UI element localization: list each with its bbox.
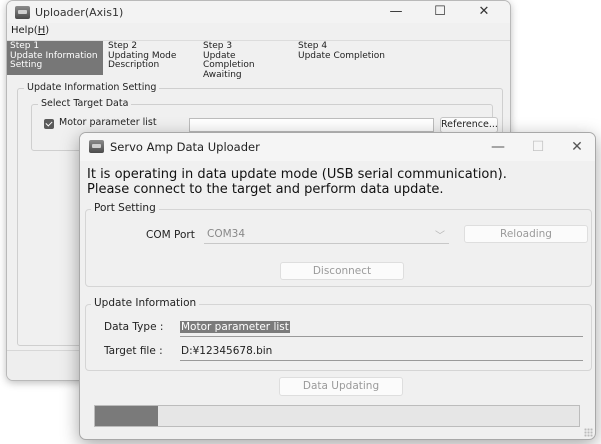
com-port-select[interactable]: COM34 ﹀ bbox=[204, 226, 449, 244]
uploader-title: Uploader(Axis1) bbox=[35, 6, 124, 19]
dialog-title: Servo Amp Data Uploader bbox=[110, 140, 260, 154]
update-progress-bar bbox=[94, 405, 580, 427]
menu-bar: Help(H) bbox=[7, 23, 510, 41]
resize-grip-icon[interactable] bbox=[584, 428, 593, 437]
update-info-group: Update Information Data Type : Motor par… bbox=[85, 297, 592, 371]
reloading-button[interactable]: Reloading bbox=[464, 225, 588, 243]
step-3: Step 3 Update Completion Awaiting bbox=[203, 41, 255, 80]
reference-button[interactable]: Reference... bbox=[440, 117, 498, 133]
update-progress-fill bbox=[95, 406, 158, 426]
update-info-label: Update Information bbox=[91, 297, 200, 309]
target-path-input[interactable] bbox=[189, 118, 434, 132]
status-message: It is operating in data update mode (USB… bbox=[87, 167, 507, 197]
port-setting-label: Port Setting bbox=[91, 202, 159, 214]
target-file-label: Target file : bbox=[104, 345, 163, 357]
data-updating-button[interactable]: Data Updating bbox=[279, 377, 403, 396]
com-port-label: COM Port bbox=[146, 229, 195, 241]
com-port-value: COM34 bbox=[207, 228, 246, 240]
close-icon[interactable]: ✕ bbox=[555, 133, 595, 161]
minimize-icon[interactable]: — bbox=[374, 1, 418, 23]
app-icon bbox=[89, 140, 104, 153]
minimize-icon[interactable]: — bbox=[476, 133, 520, 161]
step-1: Step 1 Update Information Setting bbox=[7, 41, 103, 75]
select-target-label: Select Target Data bbox=[38, 98, 132, 109]
target-file-value: D:¥12345678.bin bbox=[181, 345, 273, 357]
maximize-icon[interactable]: ☐ bbox=[418, 1, 462, 23]
step-indicator: Step 1 Update Information Setting Step 2… bbox=[7, 41, 510, 80]
close-icon[interactable]: ✕ bbox=[462, 1, 506, 23]
step-2: Step 2 Updating Mode Description bbox=[108, 41, 177, 71]
app-icon bbox=[15, 6, 30, 19]
step-4: Step 4 Update Completion bbox=[298, 41, 386, 61]
data-type-label: Data Type : bbox=[104, 321, 164, 333]
update-info-setting-label: Update Information Setting bbox=[24, 82, 160, 93]
motor-param-checkbox-label: Motor parameter list bbox=[59, 117, 157, 128]
checkmark-icon[interactable] bbox=[44, 119, 54, 129]
target-file-field: D:¥12345678.bin bbox=[180, 343, 583, 361]
maximize-icon: ☐ bbox=[531, 139, 545, 155]
uploader-title-bar[interactable]: Uploader(Axis1) — ☐ ✕ bbox=[7, 1, 510, 24]
status-message-line-2: Please connect to the target and perform… bbox=[87, 182, 444, 197]
menu-help[interactable]: Help(H) bbox=[11, 25, 49, 36]
status-message-line-1: It is operating in data update mode (USB… bbox=[87, 167, 507, 182]
chevron-down-icon: ﹀ bbox=[435, 231, 445, 242]
dialog-title-bar[interactable]: Servo Amp Data Uploader — ☐ ✕ bbox=[80, 133, 595, 161]
data-type-value: Motor parameter list bbox=[180, 321, 290, 333]
disconnect-button[interactable]: Disconnect bbox=[280, 262, 404, 280]
data-type-field: Motor parameter list bbox=[180, 319, 583, 337]
servo-amp-uploader-dialog: Servo Amp Data Uploader — ☐ ✕ It is oper… bbox=[79, 132, 596, 440]
port-setting-group: Port Setting COM Port COM34 ﹀ Reloading … bbox=[85, 202, 592, 287]
